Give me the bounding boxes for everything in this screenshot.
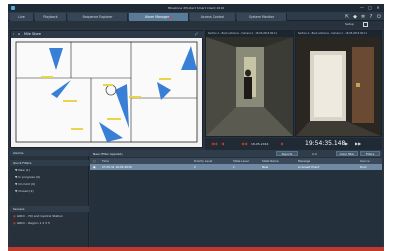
camera-label[interactable] — [159, 78, 171, 80]
tab-label: Live — [18, 15, 25, 19]
camera-label[interactable] — [71, 128, 83, 130]
layout-icon[interactable] — [363, 22, 368, 27]
pager: 1-1 — [312, 152, 317, 156]
col-priority[interactable]: Priority Level — [194, 159, 212, 163]
col-state-level[interactable]: State Level — [233, 159, 249, 163]
tab-label: Alarm Manager — [144, 15, 170, 19]
alarm-list-toolbar: New (Filter Applied) Reports 1-1 Clear f… — [90, 150, 382, 157]
minimize-button[interactable]: — — [358, 5, 366, 11]
tab-system-monitor[interactable]: System Monitor — [237, 13, 287, 21]
alarm-list: New (Filter Applied) Reports 1-1 Clear f… — [90, 150, 382, 251]
tab-label: System Monitor — [248, 15, 275, 19]
filter-label: New (1) — [18, 168, 31, 172]
camera-video — [206, 37, 293, 136]
reports-button[interactable]: Reports — [276, 151, 298, 156]
row-checkbox[interactable]: ▣ — [93, 165, 96, 169]
floor-plan[interactable] — [11, 38, 202, 148]
alarms-panel: Alarms Quick Filters ▼ New (1) ▼ In prog… — [10, 150, 89, 251]
tab-label: Playback — [43, 15, 58, 19]
skip-back-icon[interactable]: ◀◀ — [211, 141, 217, 146]
cell-state-level: 1 — [233, 165, 235, 169]
close-button[interactable]: ✕ — [374, 5, 382, 11]
step-forward-icon[interactable]: ▶ — [345, 141, 348, 146]
playback-controls: ◀◀ ◀ ◀◀ 18-05-2016 ▶ 19:54:35.148 ▶ ▶▶ — [205, 138, 382, 150]
status-strip — [8, 247, 384, 251]
tab-sequence-explorer[interactable]: Sequence Explorer — [68, 13, 128, 21]
gear-icon[interactable]: ✲ — [360, 14, 366, 20]
servers-title: Servers — [10, 206, 89, 212]
filter-on-hold[interactable]: ▼ On hold (0) — [15, 182, 35, 186]
server-item[interactable]: ▣ GRCC - HQ and Central Station — [13, 214, 63, 218]
alert-dot — [170, 16, 173, 18]
filter-in-progress[interactable]: ▼ In progress (0) — [15, 175, 40, 179]
map-back-icon[interactable]: ‹ — [13, 32, 14, 36]
camera-view-2[interactable]: Section A - Back entrance - Camera 1 - 1… — [295, 30, 382, 137]
pin-icon[interactable]: ⇱ — [344, 14, 350, 20]
map-pane[interactable]: ‹ ⌂ Mile Store ⤢ — [10, 30, 204, 148]
playback-time: 19:54:35.148 — [305, 140, 346, 147]
cell-priority: 2 — [194, 165, 196, 169]
cell-message: Licensed Event — [298, 165, 320, 169]
server-label: GRCC - Region 1 2 3 5 — [16, 221, 50, 225]
cell-time: 07:05:41 18-05-2016 — [102, 165, 132, 169]
tab-access-control[interactable]: Access Control — [190, 13, 236, 21]
server-item[interactable]: ▣ GRCC - Region 1 2 3 5 — [13, 221, 50, 225]
app-window: Milestone XProtect Smart Client 2016 — □… — [8, 4, 384, 251]
clear-filter-button[interactable]: Clear filter — [336, 151, 358, 156]
filter-new[interactable]: ▼ New (1) — [15, 168, 30, 172]
fast-forward-icon[interactable]: ▶▶ — [355, 141, 361, 146]
alarms-title: Alarms — [10, 150, 89, 156]
map-header: ‹ ⌂ Mile Store ⤢ — [11, 31, 204, 38]
col-time[interactable]: Time — [102, 159, 109, 163]
select-all-checkbox[interactable]: ▢ — [93, 159, 96, 163]
play-icon[interactable]: ▶ — [281, 141, 284, 146]
camera-label[interactable] — [41, 76, 53, 78]
step-back-icon[interactable]: ◀ — [221, 141, 224, 146]
col-state-name[interactable]: State Name — [262, 159, 279, 163]
window-title: Milestone XProtect Smart Client 2016 — [167, 6, 225, 10]
map-home-icon[interactable]: ⌂ — [18, 32, 20, 36]
tab-live[interactable]: Live — [10, 13, 34, 21]
camera-label[interactable] — [107, 118, 121, 120]
tab-label: Access Control — [200, 15, 225, 19]
filter-applied-label: New (Filter Applied) — [93, 152, 123, 156]
filter-label: In progress (0) — [18, 175, 41, 179]
filter-closed[interactable]: ▼ Closed (2) — [15, 189, 34, 193]
tab-alarm-manager[interactable]: Alarm Manager — [129, 13, 189, 21]
col-source[interactable]: Source — [360, 159, 370, 163]
tab-label: Sequence Explorer — [82, 15, 113, 19]
help-icon[interactable]: ? — [368, 14, 374, 20]
workspace-tabs: Live Playback Sequence Explorer Alarm Ma… — [8, 12, 384, 21]
filter-label: On hold (0) — [18, 182, 36, 186]
camera-view-1[interactable]: Section A - Back entrance - Camera 2 - 1… — [205, 30, 294, 137]
table-row[interactable]: ▣ 07:05:41 18-05-2016 2 1 New Licensed E… — [90, 164, 382, 170]
rewind-icon[interactable]: ◀◀ — [241, 141, 247, 146]
quick-filters-title: Quick Filters — [10, 160, 89, 166]
cell-source: Door — [360, 165, 367, 169]
camera-label[interactable] — [129, 96, 141, 98]
col-message[interactable]: Message — [298, 159, 310, 163]
camera-label[interactable] — [63, 100, 77, 102]
map-title: Mile Store — [24, 32, 41, 36]
title-bar: Milestone XProtect Smart Client 2016 — □… — [8, 4, 384, 12]
maximize-button[interactable]: □ — [366, 5, 374, 11]
setup-bar: Setup — [8, 21, 384, 28]
filters-button[interactable]: Filters — [360, 151, 380, 156]
cell-state-name: New — [262, 165, 269, 169]
tab-playback[interactable]: Playback — [35, 13, 67, 21]
server-label: GRCC - HQ and Central Station — [16, 214, 63, 218]
setup-button[interactable]: Setup — [345, 22, 354, 26]
filter-label: Closed (2) — [18, 189, 34, 193]
playback-date: 18-05-2016 — [251, 142, 269, 146]
power-icon[interactable]: ⏻ — [376, 14, 382, 20]
map-maximize-icon[interactable]: ⤢ — [195, 32, 198, 36]
bell-icon[interactable]: ◆ — [352, 14, 358, 20]
camera-label[interactable] — [103, 84, 113, 86]
camera-video — [296, 37, 381, 136]
